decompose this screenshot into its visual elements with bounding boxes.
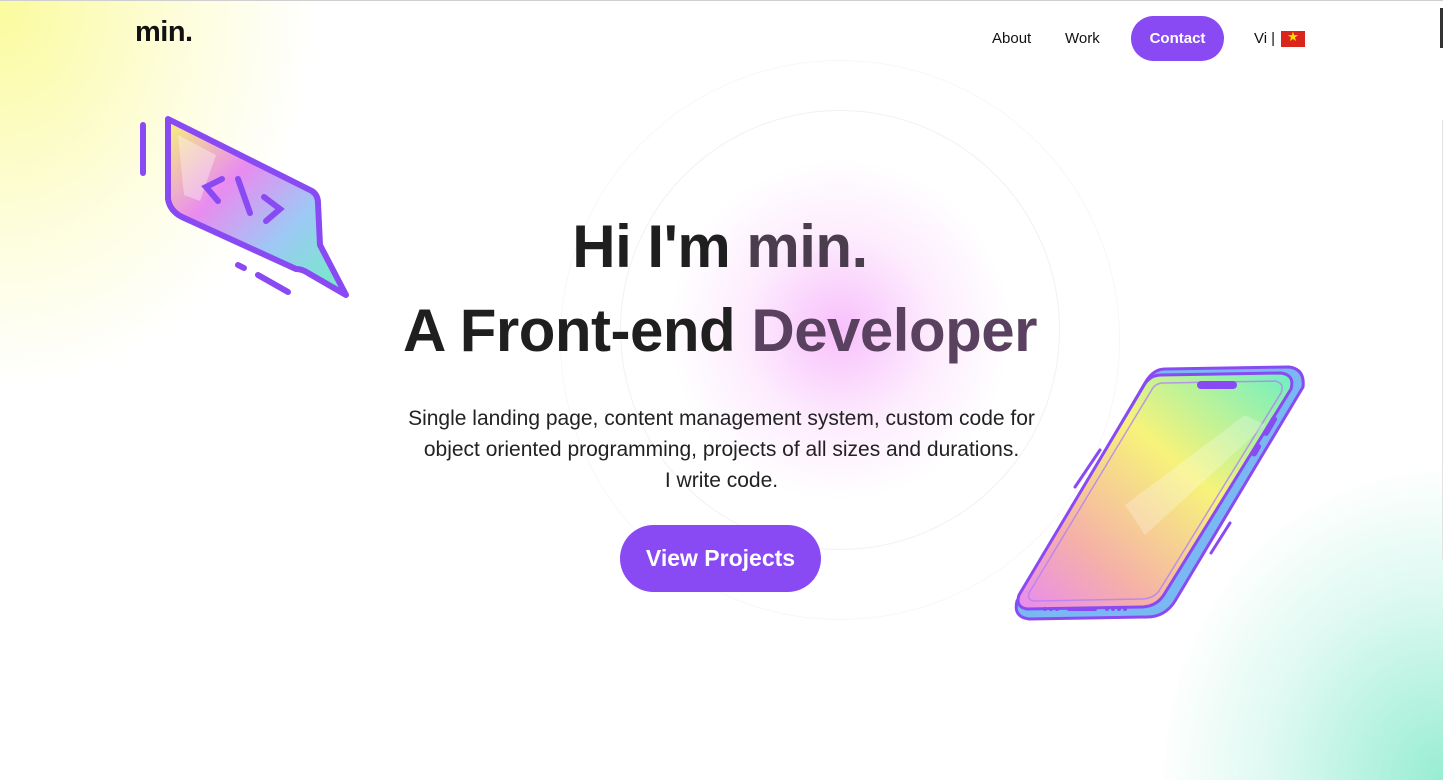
site-logo[interactable]: min. bbox=[135, 16, 193, 49]
hero-title-role-prefix: A Front-end bbox=[402, 297, 752, 364]
contact-button[interactable]: Contact bbox=[1131, 16, 1224, 61]
hero-title-greeting: Hi I'm bbox=[572, 213, 747, 280]
language-separator: | bbox=[1271, 30, 1275, 47]
site-header: min. About Work Contact Vi | bbox=[0, 0, 1443, 78]
smartphone-icon bbox=[1014, 365, 1305, 621]
vietnam-flag-icon bbox=[1280, 29, 1305, 47]
view-projects-button[interactable]: View Projects bbox=[620, 525, 821, 592]
hero-title-name: min. bbox=[746, 213, 868, 280]
hero-title-role: Developer bbox=[751, 297, 1037, 364]
language-switcher[interactable]: Vi | bbox=[1254, 29, 1305, 47]
language-label: Vi bbox=[1254, 30, 1268, 47]
nav-link-about[interactable]: About bbox=[992, 30, 1031, 47]
hero-title-line1: Hi I'm min. bbox=[0, 212, 1443, 281]
nav-link-work[interactable]: Work bbox=[1065, 30, 1100, 47]
